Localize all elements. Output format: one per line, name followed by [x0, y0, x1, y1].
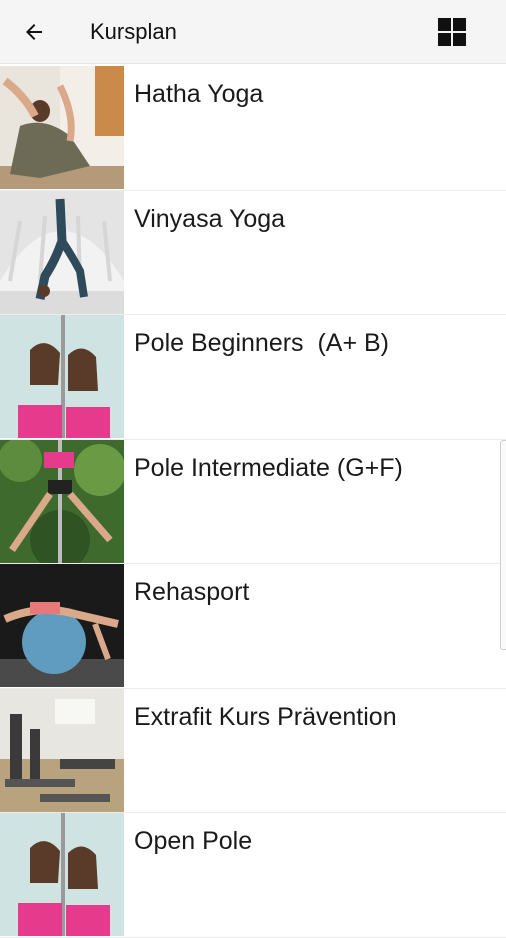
list-item[interactable]: Hatha Yoga	[0, 66, 506, 191]
app-bar: Kursplan	[0, 0, 506, 64]
list-item[interactable]: Pole Beginners (A+ B)	[0, 315, 506, 440]
list-item[interactable]: Pole Intermediate (G+F)	[0, 439, 506, 564]
page-title: Kursplan	[90, 19, 177, 44]
course-label: Open Pole	[134, 827, 253, 855]
backbend-pose-photo	[0, 190, 124, 314]
gym-ball-photo	[0, 564, 124, 687]
grid-view-icon	[438, 18, 466, 46]
list-item[interactable]: Extrafit Kurs Prävention	[0, 688, 506, 813]
pole-dancers-photo	[0, 813, 124, 936]
course-label: Pole Beginners (A+ B)	[134, 329, 389, 357]
course-label: Rehasport	[134, 578, 250, 606]
list-item[interactable]: Rehasport	[0, 564, 506, 689]
back-button[interactable]	[14, 12, 54, 52]
list-item[interactable]: Vinyasa Yoga	[0, 190, 506, 315]
list-item[interactable]: Open Pole	[0, 813, 506, 938]
arrow-left-icon	[26, 24, 42, 40]
course-label: Extrafit Kurs Prävention	[134, 702, 397, 731]
course-label: Vinyasa Yoga	[134, 204, 286, 233]
pole-split-photo	[0, 439, 124, 563]
yoga-pose-photo	[0, 66, 124, 189]
course-list: Hatha Yoga Vinyasa Yoga Pole Beginners (…	[0, 66, 506, 938]
scrollbar[interactable]	[500, 440, 506, 650]
course-label: Pole Intermediate (G+F)	[134, 453, 403, 482]
grid-view-button[interactable]	[430, 12, 474, 52]
pole-dancers-photo	[0, 315, 124, 438]
course-label: Hatha Yoga	[134, 80, 264, 108]
pilates-studio-photo	[0, 688, 124, 812]
